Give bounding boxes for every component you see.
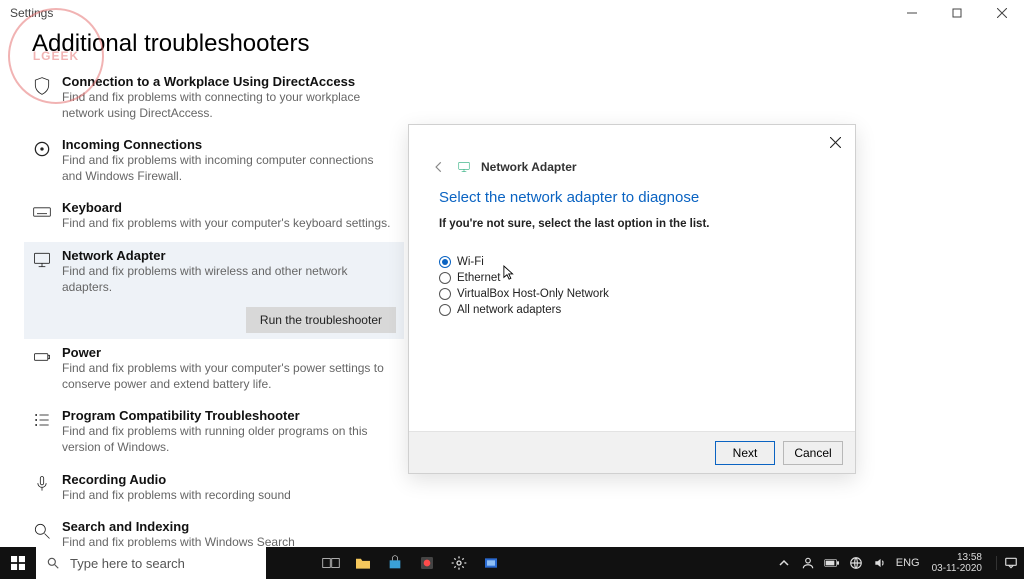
ts-desc: Find and fix problems with running older… <box>62 424 396 455</box>
radio-label: VirtualBox Host-Only Network <box>457 288 609 300</box>
dialog-close-button[interactable] <box>815 127 855 157</box>
dialog-crumb-label: Network Adapter <box>481 160 577 174</box>
ts-desc: Find and fix problems with your computer… <box>62 216 396 232</box>
ts-title: Connection to a Workplace Using DirectAc… <box>62 74 396 89</box>
ts-title: Power <box>62 345 396 360</box>
people-icon[interactable] <box>800 555 816 571</box>
troubleshooter-dialog: Network Adapter Select the network adapt… <box>408 124 856 474</box>
ts-desc: Find and fix problems with Windows Searc… <box>62 535 396 547</box>
language-indicator[interactable]: ENG <box>896 557 920 569</box>
ts-item-recording-audio[interactable]: Recording Audio Find and fix problems wi… <box>24 466 404 514</box>
microphone-icon <box>32 474 52 494</box>
dialog-breadcrumb: Network Adapter <box>409 159 855 183</box>
run-troubleshooter-button[interactable]: Run the troubleshooter <box>246 307 396 333</box>
radio-icon <box>439 288 451 300</box>
monitor-icon <box>32 250 52 270</box>
file-explorer-icon[interactable] <box>352 552 374 574</box>
taskbar-search[interactable]: Type here to search <box>36 547 266 579</box>
chevron-up-icon[interactable] <box>776 555 792 571</box>
ts-item-keyboard[interactable]: Keyboard Find and fix problems with your… <box>24 194 404 242</box>
dialog-header <box>409 125 855 159</box>
ts-desc: Find and fix problems with recording sou… <box>62 488 396 504</box>
taskbar-date: 03-11-2020 <box>932 563 982 574</box>
titlebar: Settings <box>0 0 1024 26</box>
ts-desc: Find and fix problems with connecting to… <box>62 90 396 121</box>
keyboard-icon <box>32 202 52 222</box>
radio-label: Wi-Fi <box>457 256 484 268</box>
app-icon[interactable] <box>480 552 502 574</box>
titlebar-title: Settings <box>10 6 53 20</box>
battery-icon[interactable] <box>824 555 840 571</box>
ts-title: Network Adapter <box>62 248 396 263</box>
ts-title: Incoming Connections <box>62 137 396 152</box>
store-icon[interactable] <box>384 552 406 574</box>
search-icon <box>32 521 52 541</box>
radio-icon <box>439 256 451 268</box>
minimize-button[interactable] <box>889 0 934 26</box>
dialog-subtitle: If you're not sure, select the last opti… <box>439 218 825 230</box>
radio-option-ethernet[interactable]: Ethernet <box>439 272 825 284</box>
app-icon[interactable] <box>416 552 438 574</box>
cancel-button[interactable]: Cancel <box>783 441 843 465</box>
next-button[interactable]: Next <box>715 441 775 465</box>
ts-title: Recording Audio <box>62 472 396 487</box>
radio-icon <box>439 304 451 316</box>
taskbar-time: 13:58 <box>957 552 982 563</box>
network-icon[interactable] <box>848 555 864 571</box>
radio-label: All network adapters <box>457 304 561 316</box>
radio-option-all[interactable]: All network adapters <box>439 304 825 316</box>
action-center-icon[interactable] <box>996 556 1024 570</box>
page-title: Additional troubleshooters <box>32 30 1000 58</box>
radio-label: Ethernet <box>457 272 500 284</box>
ts-title: Program Compatibility Troubleshooter <box>62 408 396 423</box>
close-button[interactable] <box>979 0 1024 26</box>
settings-icon[interactable] <box>448 552 470 574</box>
ts-item-search-indexing[interactable]: Search and Indexing Find and fix problem… <box>24 513 404 547</box>
ts-desc: Find and fix problems with your computer… <box>62 361 396 392</box>
ts-title: Search and Indexing <box>62 519 396 534</box>
back-arrow-icon[interactable] <box>431 159 447 175</box>
ts-item-network-adapter[interactable]: Network Adapter Find and fix problems wi… <box>24 242 404 305</box>
run-troubleshooter-row: Run the troubleshooter <box>24 305 404 339</box>
radio-option-wifi[interactable]: Wi-Fi <box>439 256 825 268</box>
task-view-icon[interactable] <box>320 552 342 574</box>
signal-icon <box>32 139 52 159</box>
monitor-icon <box>457 160 471 174</box>
taskbar-search-placeholder: Type here to search <box>70 556 185 571</box>
battery-icon <box>32 347 52 367</box>
start-button[interactable] <box>0 556 36 570</box>
settings-window: Settings Additional troubleshooters Conn… <box>0 0 1024 579</box>
shield-icon <box>32 76 52 96</box>
dialog-body: Select the network adapter to diagnose I… <box>409 183 855 431</box>
radio-option-virtualbox[interactable]: VirtualBox Host-Only Network <box>439 288 825 300</box>
maximize-button[interactable] <box>934 0 979 26</box>
ts-item-directaccess[interactable]: Connection to a Workplace Using DirectAc… <box>24 68 404 131</box>
dialog-footer: Next Cancel <box>409 431 855 473</box>
dialog-title: Select the network adapter to diagnose <box>439 189 825 206</box>
radio-icon <box>439 272 451 284</box>
ts-item-incoming-connections[interactable]: Incoming Connections Find and fix proble… <box>24 131 404 194</box>
taskbar-clock[interactable]: 13:58 03-11-2020 <box>928 552 988 574</box>
system-tray: ENG 13:58 03-11-2020 <box>776 552 1024 574</box>
ts-item-program-compat[interactable]: Program Compatibility Troubleshooter Fin… <box>24 402 404 465</box>
taskbar-pinned-apps <box>316 552 506 574</box>
volume-icon[interactable] <box>872 555 888 571</box>
ts-desc: Find and fix problems with incoming comp… <box>62 153 396 184</box>
content-area: Additional troubleshooters Connection to… <box>0 26 1024 547</box>
troubleshooter-list: Connection to a Workplace Using DirectAc… <box>24 68 404 547</box>
taskbar: Type here to search ENG 13:58 03-11-2020 <box>0 547 1024 579</box>
ts-desc: Find and fix problems with wireless and … <box>62 264 396 295</box>
ts-item-power[interactable]: Power Find and fix problems with your co… <box>24 339 404 402</box>
search-icon <box>46 556 60 570</box>
list-icon <box>32 410 52 430</box>
ts-title: Keyboard <box>62 200 396 215</box>
